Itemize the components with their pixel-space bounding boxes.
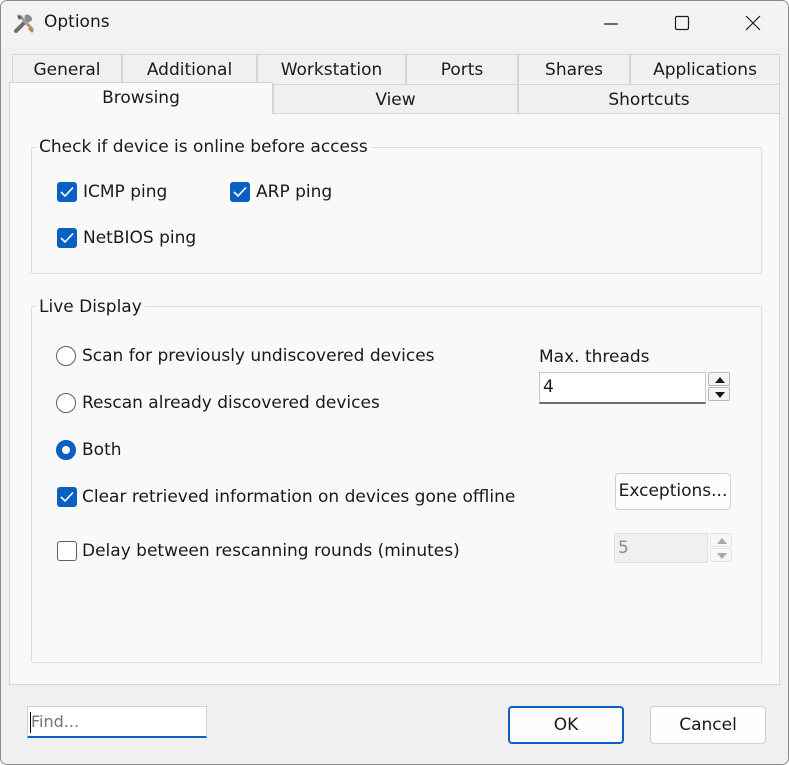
radio-unselected[interactable] xyxy=(56,346,76,366)
online-check-group xyxy=(31,147,762,274)
both-label: Both xyxy=(82,440,122,460)
title-bar[interactable]: Options xyxy=(1,1,788,47)
max-threads-spinner[interactable] xyxy=(708,372,730,402)
cancel-button[interactable]: Cancel xyxy=(650,706,766,744)
checkmark-icon xyxy=(60,186,74,198)
minimize-icon xyxy=(604,23,618,25)
checkbox-checked[interactable] xyxy=(230,182,250,202)
exceptions-button[interactable]: Exceptions... xyxy=(615,473,731,510)
max-threads-input[interactable]: 4 xyxy=(539,372,706,404)
delay-spinner[interactable] xyxy=(710,533,732,563)
scan-new-label: Scan for previously undiscovered devices xyxy=(82,346,435,366)
tools-icon xyxy=(14,14,34,33)
icmp-ping-label: ICMP ping xyxy=(83,182,168,202)
checkbox-checked[interactable] xyxy=(57,182,77,202)
spin-up-button[interactable] xyxy=(710,533,732,547)
tab-additional[interactable]: Additional xyxy=(122,54,257,84)
tab-ports[interactable]: Ports xyxy=(406,54,518,84)
arp-ping-label: ARP ping xyxy=(256,182,333,202)
text-caret xyxy=(30,712,31,733)
window-title: Options xyxy=(44,12,110,32)
minimize-button[interactable] xyxy=(576,1,646,45)
spin-down-button[interactable] xyxy=(710,548,732,562)
tab-shortcuts[interactable]: Shortcuts xyxy=(518,84,780,114)
tab-browsing[interactable]: Browsing xyxy=(9,82,273,114)
ok-button[interactable]: OK xyxy=(508,706,624,744)
checkbox-unchecked[interactable] xyxy=(57,541,77,561)
options-window: Options General Additional Workstation P… xyxy=(0,0,789,765)
tab-applications[interactable]: Applications xyxy=(630,54,780,84)
maximize-button[interactable] xyxy=(647,1,717,45)
arrow-down-icon xyxy=(715,392,725,398)
maximize-icon xyxy=(674,15,690,31)
checkbox-checked[interactable] xyxy=(57,487,77,507)
find-input[interactable] xyxy=(27,706,207,738)
tab-workstation[interactable]: Workstation xyxy=(257,54,406,84)
close-icon xyxy=(745,15,761,31)
arrow-down-icon xyxy=(717,553,727,559)
tab-general[interactable]: General xyxy=(12,54,122,84)
checkmark-icon xyxy=(60,232,74,244)
checkbox-checked[interactable] xyxy=(57,228,77,248)
live-display-title: Live Display xyxy=(36,297,145,317)
arrow-up-icon xyxy=(715,377,725,383)
spin-down-button[interactable] xyxy=(708,387,730,401)
spin-up-button[interactable] xyxy=(708,372,730,386)
max-threads-label: Max. threads xyxy=(539,347,650,367)
radio-unselected[interactable] xyxy=(56,393,76,413)
close-button[interactable] xyxy=(718,1,788,45)
delay-input[interactable]: 5 xyxy=(614,533,708,563)
tab-shares[interactable]: Shares xyxy=(518,54,630,84)
radio-selected[interactable] xyxy=(56,440,76,460)
rescan-label: Rescan already discovered devices xyxy=(82,393,380,413)
checkmark-icon xyxy=(233,186,247,198)
online-check-title: Check if device is online before access xyxy=(36,137,371,157)
clear-info-label: Clear retrieved information on devices g… xyxy=(82,487,516,507)
arrow-up-icon xyxy=(717,538,727,544)
netbios-ping-label: NetBIOS ping xyxy=(83,228,197,248)
browsing-panel: Check if device is online before access … xyxy=(9,113,780,685)
delay-label: Delay between rescanning rounds (minutes… xyxy=(82,541,460,561)
tab-view[interactable]: View xyxy=(273,84,518,114)
checkmark-icon xyxy=(60,491,74,503)
